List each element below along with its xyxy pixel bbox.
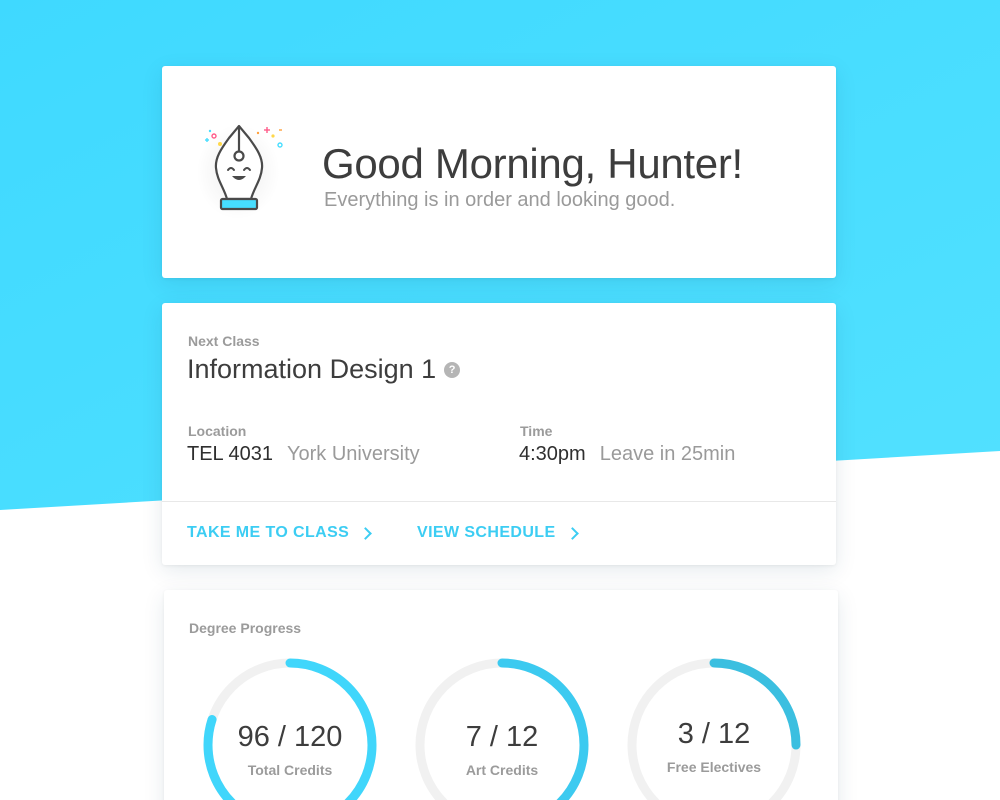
time-label: Time	[520, 423, 553, 439]
greeting-subtitle: Everything is in order and looking good.	[324, 189, 676, 211]
time-value: 4:30pm Leave in 25min	[519, 443, 735, 466]
greeting-title: Good Morning, Hunter!	[322, 140, 743, 187]
degree-progress-label: Degree Progress	[189, 620, 302, 636]
gauge-label: Art Credits	[465, 762, 539, 778]
gauge-value: 96 / 120	[237, 721, 343, 753]
degree-progress-card: Degree Progress 96 / 120 Total Credits 7…	[164, 590, 838, 800]
leave-in-text: Leave in 25min	[599, 443, 736, 465]
progress-gauge-free-electives: 3 / 12 Free Electives	[624, 655, 804, 800]
location-campus: York University	[287, 443, 420, 465]
location-room: TEL 4031	[187, 443, 273, 465]
gauge-label: Free Electives	[666, 759, 762, 775]
class-title-text: Information Design 1	[187, 354, 437, 384]
gauge-value: 7 / 12	[465, 721, 539, 753]
progress-gauge-art-credits: 7 / 12 Art Credits	[412, 655, 592, 800]
view-schedule-link[interactable]: VIEW SCHEDULE	[417, 524, 579, 542]
question-mark-icon[interactable]: ?	[444, 361, 461, 378]
take-me-to-class-label: TAKE ME TO CLASS	[187, 524, 350, 541]
class-start-time: 4:30pm	[519, 443, 586, 465]
take-me-to-class-link[interactable]: TAKE ME TO CLASS	[187, 524, 373, 542]
next-class-card: Next Class Information Design 1 ? Locati…	[162, 303, 836, 565]
chevron-right-icon	[359, 526, 373, 540]
progress-gauge-total-credits: 96 / 120 Total Credits	[200, 655, 380, 800]
gauge-value: 3 / 12	[677, 718, 751, 750]
location-value: TEL 4031 York University	[187, 443, 420, 466]
gauge-label: Total Credits	[247, 762, 333, 778]
pen-nib-mascot-icon	[184, 104, 294, 234]
view-schedule-label: VIEW SCHEDULE	[417, 524, 556, 541]
chevron-right-icon	[565, 526, 579, 540]
greeting-card: Good Morning, Hunter! Everything is in o…	[162, 66, 836, 278]
location-label: Location	[188, 423, 247, 439]
class-title: Information Design 1 ?	[187, 354, 461, 385]
divider	[162, 501, 836, 502]
next-class-label: Next Class	[188, 333, 260, 349]
